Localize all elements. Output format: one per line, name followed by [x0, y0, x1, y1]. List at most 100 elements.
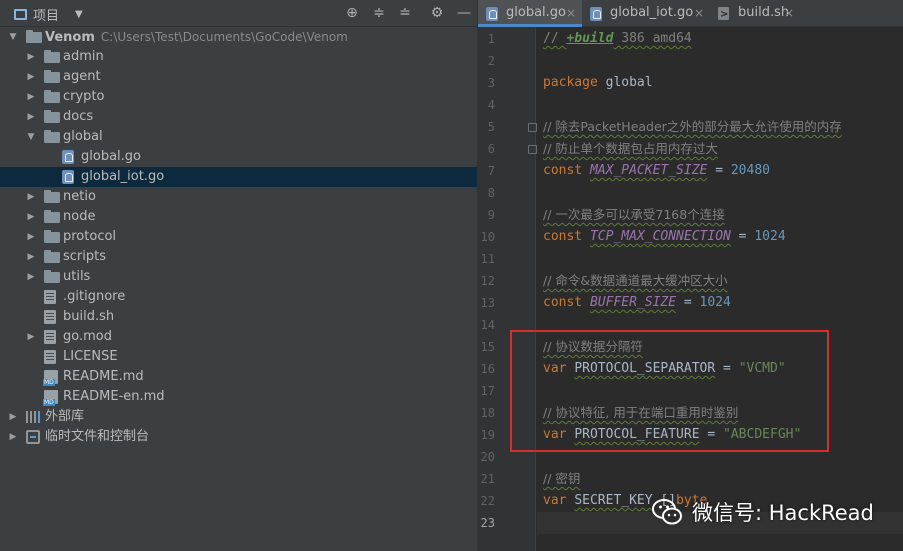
tree-file-16[interactable]: LICENSE: [0, 347, 477, 367]
code-token: // 防止单个数据包占用内存过大: [543, 141, 718, 156]
project-toolbar: 项目 ▼ ⊕ ≑ ≐ ⚙ —: [0, 0, 477, 27]
folder-icon: [26, 30, 42, 43]
watermark: 微信号: HackRead: [650, 492, 874, 532]
tree-folder-8[interactable]: ▶ netio: [0, 187, 477, 207]
code-token: +build: [566, 31, 614, 46]
code-line: // 一次最多可以承受7168个连接: [543, 204, 725, 226]
close-icon[interactable]: ×: [566, 0, 576, 26]
tree-file-14[interactable]: build.sh: [0, 307, 477, 327]
tree-item-label: Venom C:\Users\Test\Documents\GoCode\Veno…: [45, 30, 348, 45]
chevron-right-icon[interactable]: ▶: [26, 327, 36, 347]
line-number: 2: [487, 54, 495, 68]
chevron-right-icon[interactable]: ▶: [26, 267, 36, 287]
tab-label: global_iot.go: [610, 5, 694, 20]
fold-marker-icon[interactable]: [528, 145, 537, 154]
chevron-right-icon[interactable]: ▶: [26, 187, 36, 207]
text-file-icon: [44, 330, 56, 344]
tree-folder-4[interactable]: ▶ docs: [0, 107, 477, 127]
tree-folder-1[interactable]: ▶ admin: [0, 47, 477, 67]
line-number: 1: [487, 32, 495, 46]
tab-global-iot-go[interactable]: global_iot.go ×: [582, 0, 710, 27]
tab-build-sh[interactable]: build.sh×: [710, 0, 800, 28]
tree-item-label: global: [63, 129, 103, 144]
tree-file-19[interactable]: ▶ 外部库: [0, 407, 477, 427]
code-line: package global: [543, 72, 653, 94]
annotation-highlight-box: [510, 330, 829, 452]
line-number: 11: [480, 252, 495, 266]
tree-folder-2[interactable]: ▶ agent: [0, 67, 477, 87]
code-token: 1024: [754, 229, 786, 244]
code-token: =: [676, 295, 700, 310]
code-token: const: [543, 295, 583, 310]
code-token: // 密钥: [543, 471, 581, 486]
code-line: const MAX_PACKET_SIZE = 20480: [543, 160, 770, 182]
folder-icon: [44, 270, 60, 283]
collapse-all-icon[interactable]: ≑: [370, 4, 388, 22]
tree-item-label: global_iot.go: [81, 169, 165, 184]
code-token: BUFFER_SIZE: [589, 295, 677, 310]
code-token: 20480: [730, 163, 770, 178]
project-view-selector[interactable]: 项目 ▼: [14, 5, 83, 24]
expand-all-icon[interactable]: ≐: [396, 4, 414, 22]
tree-folder-5[interactable]: ▼ global: [0, 127, 477, 147]
code-token: var: [543, 493, 567, 508]
line-number: 13: [480, 296, 495, 310]
tree-folder-0[interactable]: ▼ Venom C:\Users\Test\Documents\GoCode\Ven…: [0, 27, 477, 47]
chevron-down-icon[interactable]: ▼: [8, 27, 18, 47]
code-line: const BUFFER_SIZE = 1024: [543, 292, 731, 314]
code-token: // 命令&数据通道最大缓冲区大小: [543, 273, 728, 288]
close-icon[interactable]: ×: [784, 0, 794, 26]
tree-file-17[interactable]: README.md: [0, 367, 477, 387]
tab-label: build.sh: [738, 5, 790, 20]
tree-folder-9[interactable]: ▶ node: [0, 207, 477, 227]
tree-file-6[interactable]: global.go: [0, 147, 477, 167]
tree-item-label: LICENSE: [63, 349, 118, 364]
tree-folder-3[interactable]: ▶ crypto: [0, 87, 477, 107]
folder-icon: [44, 70, 60, 83]
chevron-down-icon[interactable]: ▼: [75, 9, 83, 20]
tree-file-13[interactable]: .gitignore: [0, 287, 477, 307]
line-number: 19: [480, 428, 495, 442]
tree-item-label: README-en.md: [63, 389, 165, 404]
chevron-right-icon[interactable]: ▶: [8, 407, 18, 427]
tree-item-label: docs: [63, 109, 94, 124]
chevron-right-icon[interactable]: ▶: [26, 47, 36, 67]
tree-file-18[interactable]: README-en.md: [0, 387, 477, 407]
line-number: 10: [480, 230, 495, 244]
code-line: // 密钥: [543, 468, 580, 490]
go-file-icon: [486, 7, 498, 21]
tree-folder-12[interactable]: ▶ utils: [0, 267, 477, 287]
tree-file-15[interactable]: ▶ go.mod: [0, 327, 477, 347]
line-number: 23: [480, 516, 495, 530]
chevron-right-icon[interactable]: ▶: [26, 247, 36, 267]
tree-file-20[interactable]: ▶ 临时文件和控制台: [0, 427, 477, 447]
gear-icon[interactable]: ⚙: [428, 4, 446, 22]
chevron-right-icon[interactable]: ▶: [26, 107, 36, 127]
library-icon: [26, 411, 40, 423]
tree-folder-10[interactable]: ▶ protocol: [0, 227, 477, 247]
chevron-right-icon[interactable]: ▶: [26, 227, 36, 247]
chevron-right-icon[interactable]: ▶: [26, 207, 36, 227]
code-token: MAX_PACKET_SIZE: [589, 163, 708, 178]
chevron-down-icon[interactable]: ▼: [26, 127, 36, 147]
code-line: // 防止单个数据包占用内存过大: [543, 138, 718, 160]
tree-item-label: agent: [63, 69, 101, 84]
code-token: package: [543, 75, 598, 90]
chevron-right-icon[interactable]: ▶: [8, 427, 18, 447]
tree-folder-11[interactable]: ▶ scripts: [0, 247, 477, 267]
tree-item-label: crypto: [63, 89, 105, 104]
wechat-logo-icon: [652, 499, 682, 525]
fold-marker-icon[interactable]: [528, 123, 537, 132]
markdown-file-icon: [43, 390, 58, 406]
tree-item-label: admin: [63, 49, 104, 64]
chevron-right-icon[interactable]: ▶: [26, 67, 36, 87]
close-icon[interactable]: ×: [694, 0, 704, 26]
text-file-icon: [44, 310, 56, 324]
hide-icon[interactable]: —: [455, 4, 473, 22]
line-number: 12: [480, 274, 495, 288]
tree-item-label: .gitignore: [63, 289, 126, 304]
chevron-right-icon[interactable]: ▶: [26, 87, 36, 107]
tree-file-7[interactable]: global_iot.go: [0, 167, 477, 187]
tab-global-go[interactable]: global.go ×: [478, 0, 582, 27]
crosshair-icon[interactable]: ⊕: [343, 4, 361, 22]
